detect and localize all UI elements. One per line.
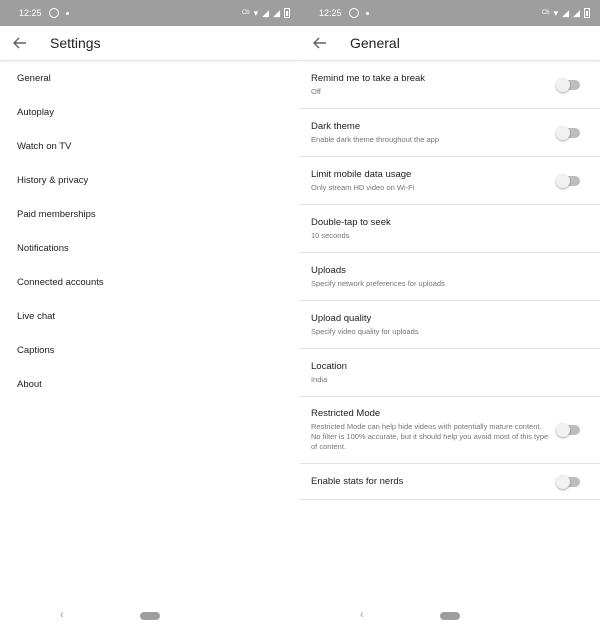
whatsapp-notification-icon (348, 8, 359, 18)
setting-subtitle: Off (311, 86, 321, 96)
nav-back-icon[interactable]: ‹ (60, 609, 64, 621)
signal-icon: ◢ (562, 7, 570, 18)
settings-item-about[interactable]: About (0, 367, 300, 401)
setting-limit-mobile-data[interactable]: Limit mobile data usage Only stream HD v… (300, 157, 600, 205)
settings-screen: 12:25 Cb ▾ ◢ ◢ Settings General Autoplay… (0, 0, 300, 633)
signal-2-icon: ◢ (273, 7, 280, 18)
status-bar: 12:25 Cb ▾ ◢ ◢ (300, 0, 600, 26)
battery-icon (284, 8, 290, 18)
toggle-knob (556, 423, 570, 437)
carrier-label: Cb (541, 10, 550, 16)
battery-icon (584, 8, 590, 18)
wifi-icon: ▾ (253, 7, 259, 18)
setting-remind-break[interactable]: Remind me to take a break Off (300, 61, 600, 109)
setting-subtitle: 10 seconds (311, 230, 350, 240)
setting-subtitle: Enable dark theme throughout the app (311, 134, 440, 144)
restricted-mode-toggle[interactable] (556, 423, 580, 437)
settings-item-connected-accounts[interactable]: Connected accounts (0, 265, 300, 299)
toggle-knob (556, 125, 570, 140)
settings-item-watch-on-tv[interactable]: Watch on TV (0, 129, 300, 163)
setting-subtitle: Specify video quality for uploads (311, 326, 419, 336)
settings-list: General Autoplay Watch on TV History & p… (0, 61, 300, 401)
settings-item-history-privacy[interactable]: History & privacy (0, 163, 300, 197)
setting-title: Upload quality (311, 312, 372, 324)
nav-back-icon[interactable]: ‹ (360, 609, 364, 621)
toggle-knob (556, 173, 570, 188)
dark-theme-toggle[interactable] (556, 125, 580, 140)
setting-subtitle: India (311, 374, 328, 384)
signal-2-icon: ◢ (573, 7, 580, 18)
settings-item-captions[interactable]: Captions (0, 333, 300, 367)
nav-bar: ‹ (0, 599, 300, 633)
setting-upload-quality[interactable]: Upload quality Specify video quality for… (300, 301, 600, 349)
settings-item-notifications[interactable]: Notifications (0, 231, 300, 265)
setting-title: Restricted Mode (311, 408, 381, 419)
settings-item-live-chat[interactable]: Live chat (0, 299, 300, 333)
page-title: Settings (50, 35, 101, 51)
back-arrow-icon[interactable] (300, 26, 340, 61)
app-bar: Settings (0, 26, 300, 61)
setting-title: Double-tap to seek (311, 216, 391, 228)
setting-title: Location (311, 360, 347, 372)
setting-dark-theme[interactable]: Dark theme Enable dark theme throughout … (300, 109, 600, 157)
back-arrow-icon[interactable] (0, 26, 40, 61)
setting-double-tap-seek[interactable]: Double-tap to seek 10 seconds (300, 205, 600, 253)
settings-item-autoplay[interactable]: Autoplay (0, 95, 300, 129)
settings-item-paid-memberships[interactable]: Paid memberships (0, 197, 300, 231)
general-settings-list: Remind me to take a break Off Dark theme… (300, 61, 600, 500)
notification-dot-icon (365, 11, 369, 15)
page-title: General (350, 35, 400, 51)
toggle-knob (556, 474, 570, 489)
notification-dot-icon (65, 11, 69, 15)
wifi-icon: ▾ (553, 7, 559, 18)
setting-title: Enable stats for nerds (311, 475, 404, 487)
whatsapp-notification-icon (48, 8, 59, 18)
carrier-label: Cb (241, 10, 250, 16)
setting-subtitle: Only stream HD video on Wi-Fi (311, 182, 415, 192)
limit-mobile-data-toggle[interactable] (556, 173, 580, 188)
status-bar: 12:25 Cb ▾ ◢ ◢ (0, 0, 300, 26)
setting-title: Dark theme (311, 120, 361, 132)
setting-stats-for-nerds[interactable]: Enable stats for nerds (300, 464, 600, 500)
general-screen: 12:25 Cb ▾ ◢ ◢ General Remind me to take… (300, 0, 600, 633)
setting-title: Remind me to take a break (311, 72, 426, 84)
status-time: 12:25 (19, 8, 42, 18)
setting-title: Uploads (311, 264, 346, 276)
home-pill-icon[interactable] (140, 612, 160, 620)
setting-restricted-mode[interactable]: Restricted Mode Restricted Mode can help… (300, 397, 600, 464)
setting-subtitle: Restricted Mode can help hide videos wit… (311, 422, 549, 451)
setting-subtitle: Specify network preferences for uploads (311, 278, 445, 288)
toggle-knob (556, 77, 570, 92)
setting-location[interactable]: Location India (300, 349, 600, 397)
setting-title: Limit mobile data usage (311, 168, 412, 180)
stats-for-nerds-toggle[interactable] (556, 474, 580, 489)
remind-break-toggle[interactable] (556, 77, 580, 92)
signal-icon: ◢ (262, 7, 270, 18)
app-bar: General (300, 26, 600, 61)
home-pill-icon[interactable] (440, 612, 460, 620)
status-time: 12:25 (319, 8, 342, 18)
settings-item-general[interactable]: General (0, 61, 300, 95)
nav-bar: ‹ (300, 599, 600, 633)
setting-uploads[interactable]: Uploads Specify network preferences for … (300, 253, 600, 301)
